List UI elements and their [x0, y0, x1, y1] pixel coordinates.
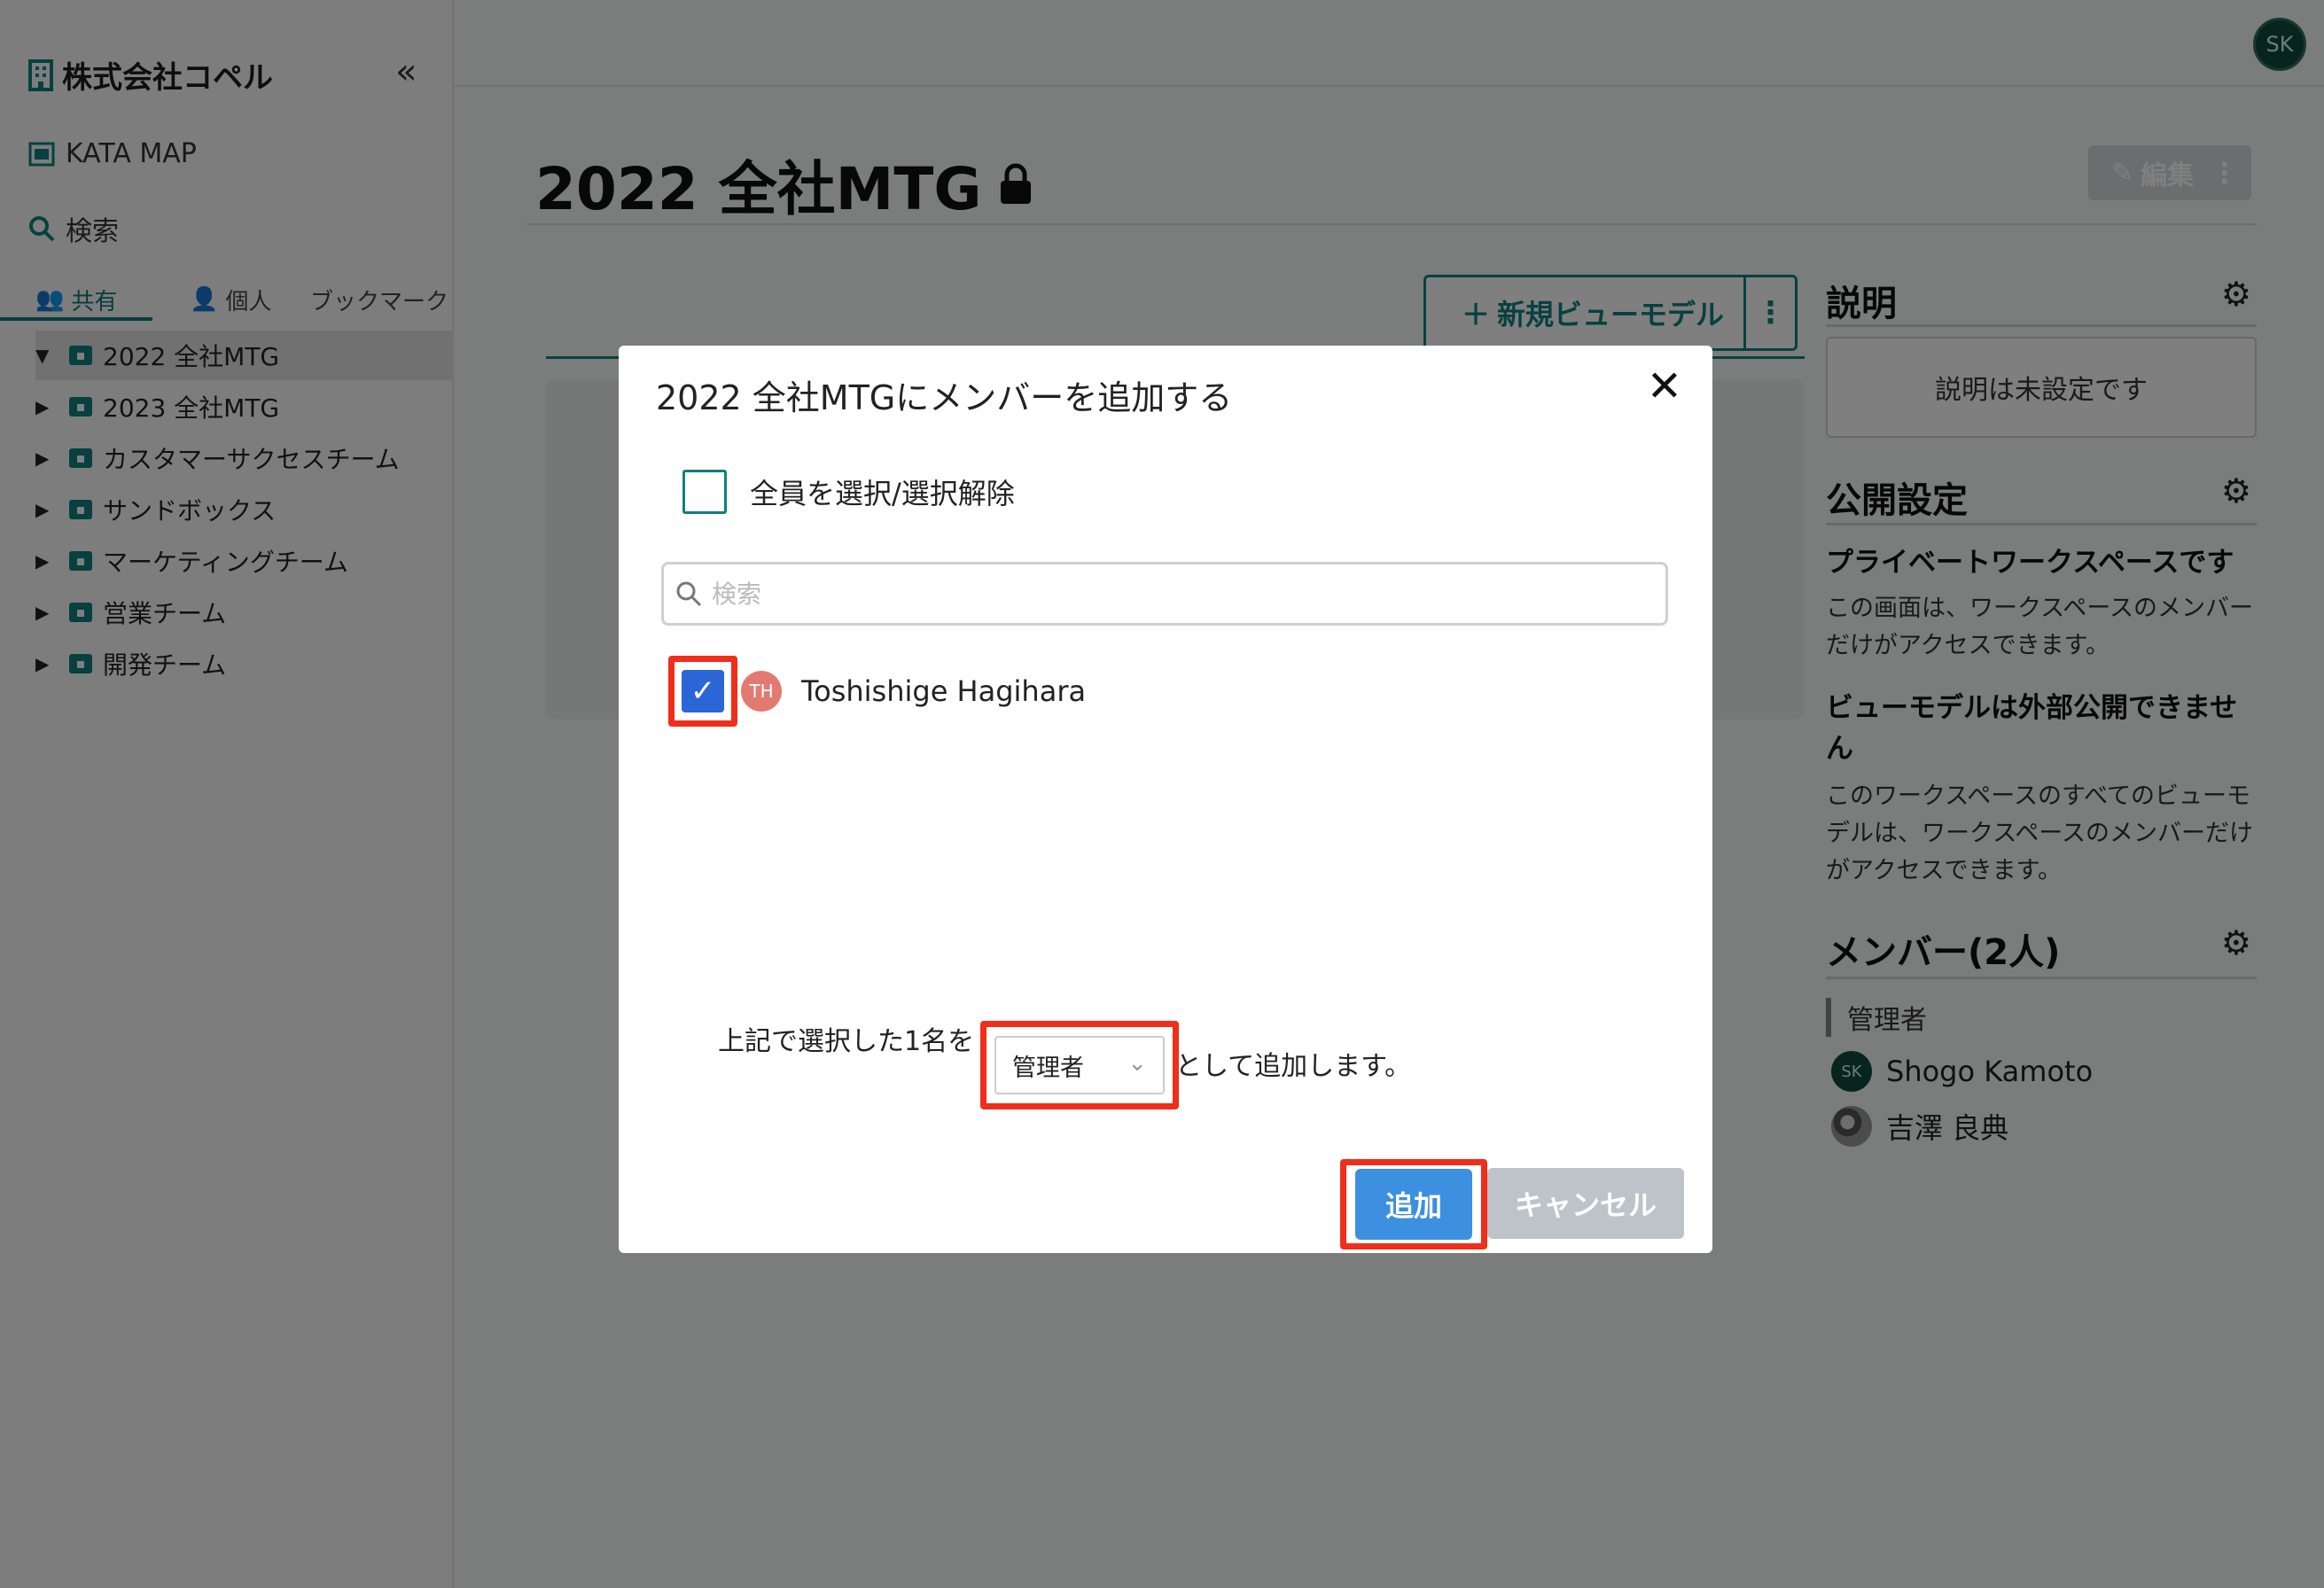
add-member-dialog: 2022 全社MTGにメンバーを追加する ✕ 全員を選択/選択解除 ✓ TH T… — [619, 346, 1712, 1253]
chevron-down-icon: ⌄ — [1127, 1050, 1147, 1077]
select-all-checkbox[interactable] — [682, 470, 727, 514]
role-suffix: として追加します。 — [1175, 1051, 1412, 1082]
avatar: TH — [741, 671, 782, 712]
close-icon[interactable]: ✕ — [1647, 362, 1682, 411]
role-select[interactable]: 管理者 ⌄ — [994, 1036, 1165, 1094]
role-prefix: 上記で選択した1名を — [718, 1026, 975, 1057]
user-row[interactable]: ✓ TH Toshishige Hagihara — [668, 656, 1086, 727]
highlight-add-button: 追加 — [1340, 1159, 1487, 1249]
highlight-checkbox: ✓ — [668, 656, 737, 727]
select-all-row[interactable]: 全員を選択/選択解除 — [682, 470, 1015, 514]
user-name: Toshishige Hagihara — [801, 674, 1087, 708]
search-icon — [676, 581, 702, 607]
dialog-title: 2022 全社MTGにメンバーを追加する — [656, 378, 1233, 417]
cancel-button[interactable]: キャンセル — [1487, 1168, 1684, 1239]
search-input[interactable] — [712, 579, 1651, 609]
add-button[interactable]: 追加 — [1355, 1169, 1472, 1240]
member-search[interactable] — [661, 562, 1668, 626]
highlight-role-select: 管理者 ⌄ — [980, 1021, 1179, 1109]
select-all-label: 全員を選択/選択解除 — [750, 477, 1015, 510]
role-select-value: 管理者 — [1012, 1054, 1084, 1082]
user-checkbox[interactable]: ✓ — [682, 670, 724, 712]
